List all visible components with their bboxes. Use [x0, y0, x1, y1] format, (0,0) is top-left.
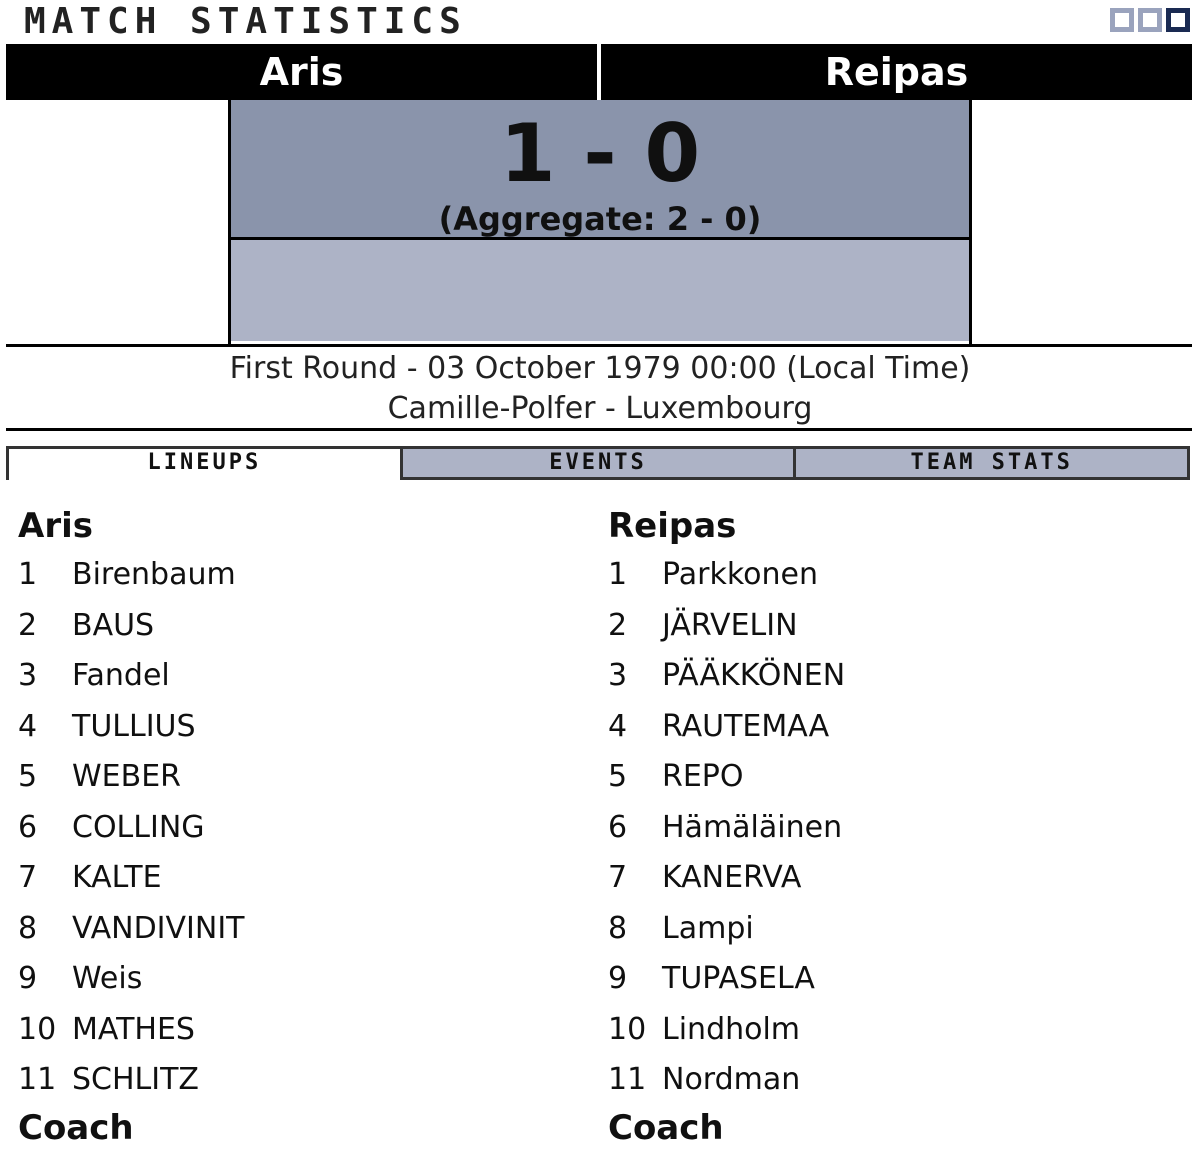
player-name: KANERVA [662, 860, 802, 895]
player-number: 7 [18, 860, 38, 895]
list-item: 3 Fandel [18, 651, 578, 702]
tab-lineups[interactable]: LINEUPS [6, 446, 403, 480]
player-name: Parkkonen [662, 557, 818, 592]
player-name: RAUTEMAA [662, 708, 830, 744]
player-name: TULLIUS [72, 708, 196, 744]
list-item: 6 Hämäläinen [608, 803, 1168, 854]
player-name: PÄÄKKÖNEN [662, 658, 846, 693]
player-name: TUPASELA [662, 961, 815, 996]
player-number: 3 [608, 658, 628, 693]
tab-team-stats[interactable]: TEAM STATS [793, 446, 1191, 480]
player-name: SCHLITZ [72, 1062, 199, 1097]
player-name: Lindholm [662, 1011, 801, 1047]
list-item: 9 TUPASELA [608, 954, 1168, 1005]
venue-info: Camille-Polfer - Luxembourg [387, 391, 813, 426]
list-item: 11 Nordman [608, 1055, 1168, 1106]
player-number: 6 [18, 809, 38, 845]
list-item: 7 KANERVA [608, 853, 1168, 904]
list-item: 5 REPO [608, 752, 1168, 803]
player-name: KALTE [72, 860, 162, 895]
player-number: 8 [608, 910, 628, 946]
player-number: 5 [18, 759, 38, 794]
page-title: MATCH STATISTICS [24, 1, 467, 42]
list-item: 3 PÄÄKKÖNEN [608, 651, 1168, 702]
list-item: 5 WEBER [18, 752, 578, 803]
list-item: 1 Birenbaum [18, 550, 578, 601]
list-item: 1 Parkkonen [608, 550, 1168, 601]
player-name: WEBER [72, 759, 181, 794]
list-item: 7 KALTE [18, 853, 578, 904]
player-number: 10 [608, 1011, 647, 1047]
player-number: 4 [18, 708, 38, 744]
list-item: 2 JÄRVELIN [608, 601, 1168, 652]
player-number: 9 [608, 961, 628, 996]
away-team-name: Reipas [824, 50, 969, 94]
player-number: 9 [18, 961, 38, 996]
score-panel: 1 - 0 (Aggregate: 2 - 0) [231, 100, 969, 240]
player-number: 10 [18, 1011, 57, 1047]
window-button-1-icon[interactable] [1110, 8, 1134, 32]
list-item: 9 Weis [18, 954, 578, 1005]
player-number: 11 [608, 1062, 647, 1097]
player-name: BAUS [72, 607, 155, 643]
home-lineup-team: Aris [18, 506, 93, 546]
player-name: MATHES [72, 1011, 195, 1047]
match-score: 1 - 0 [499, 107, 701, 200]
list-item: 6 COLLING [18, 803, 578, 854]
player-name: Fandel [72, 658, 170, 693]
list-item: 10 Lindholm [608, 1005, 1168, 1056]
aggregate-score: (Aggregate: 2 - 0) [438, 200, 762, 238]
window-button-3-icon[interactable] [1166, 8, 1190, 32]
away-lineup: Reipas 1 Parkkonen 2 JÄRVELIN 3 PÄÄKKÖNEN 4… [608, 506, 1168, 1148]
player-number: 5 [608, 759, 628, 794]
scoreboard: 1 - 0 (Aggregate: 2 - 0) [228, 100, 972, 344]
away-player-list: 1 Parkkonen 2 JÄRVELIN 3 PÄÄKKÖNEN 4 RAUTEMA… [608, 550, 1168, 1106]
list-item: 8 Lampi [608, 904, 1168, 955]
score-details-panel [231, 240, 969, 341]
player-name: Hämäläinen [662, 809, 843, 845]
player-number: 1 [18, 557, 38, 592]
player-name: Nordman [662, 1062, 801, 1097]
divider [6, 428, 1192, 431]
player-name: Lampi [662, 910, 754, 946]
list-item: 10 MATHES [18, 1005, 578, 1056]
teams-bar: Aris Reipas [6, 44, 1192, 100]
list-item: 4 TULLIUS [18, 702, 578, 753]
home-lineup: Aris 1 Birenbaum 2 BAUS 3 Fandel 4 TULLIUS 5… [18, 506, 578, 1148]
list-item: 11 SCHLITZ [18, 1055, 578, 1106]
player-name: Weis [72, 961, 143, 996]
home-player-list: 1 Birenbaum 2 BAUS 3 Fandel 4 TULLIUS 5 WEBER… [18, 550, 578, 1106]
player-number: 2 [608, 607, 628, 643]
player-number: 2 [18, 607, 38, 643]
player-name: Birenbaum [72, 557, 236, 592]
list-item: 8 VANDIVINIT [18, 904, 578, 955]
player-number: 1 [608, 557, 628, 592]
window-button-2-icon[interactable] [1138, 8, 1162, 32]
player-number: 11 [18, 1062, 57, 1097]
player-name: VANDIVINIT [72, 910, 245, 946]
tab-bar: LINEUPS EVENTS TEAM STATS [6, 446, 1191, 480]
round-info: First Round - 03 October 1979 00:00 (Loc… [229, 351, 971, 386]
divider [6, 344, 1192, 347]
player-name: REPO [662, 759, 744, 794]
home-team-name: Aris [259, 50, 344, 94]
player-name: JÄRVELIN [662, 607, 798, 643]
away-lineup-team: Reipas [608, 506, 737, 546]
player-number: 6 [608, 809, 628, 845]
away-coach-heading: Coach [608, 1107, 724, 1148]
player-name: COLLING [72, 809, 205, 845]
player-number: 3 [18, 658, 38, 693]
player-number: 7 [608, 860, 628, 895]
home-coach-heading: Coach [18, 1107, 134, 1148]
player-number: 4 [608, 708, 628, 744]
window-controls [1110, 8, 1190, 32]
tab-events[interactable]: EVENTS [399, 446, 797, 480]
list-item: 2 BAUS [18, 601, 578, 652]
player-number: 8 [18, 910, 38, 946]
list-item: 4 RAUTEMAA [608, 702, 1168, 753]
